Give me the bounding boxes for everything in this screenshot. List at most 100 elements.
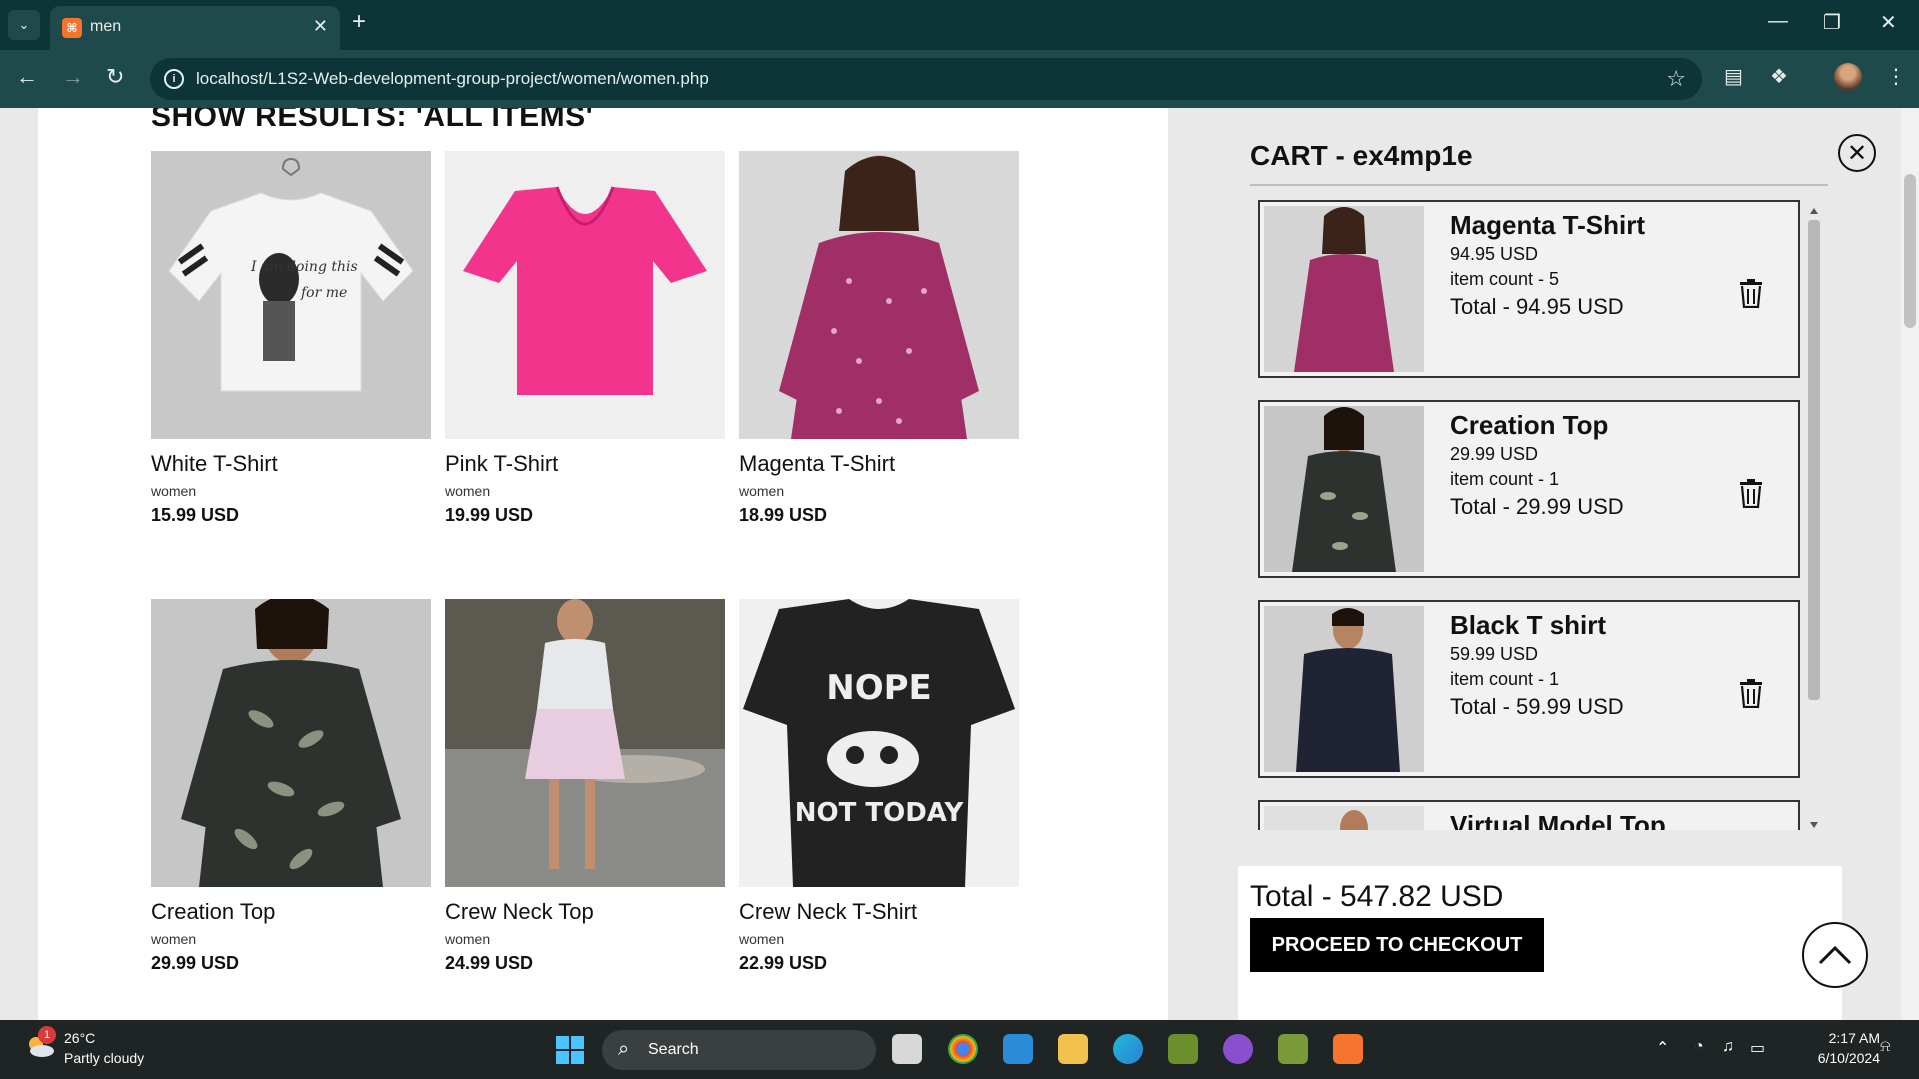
- product-image[interactable]: [151, 599, 431, 887]
- browser-menu-icon[interactable]: ⋮: [1886, 64, 1906, 89]
- lambda-app-icon[interactable]: [1168, 1034, 1198, 1064]
- clock-date[interactable]: 6/10/2024: [1780, 1050, 1880, 1066]
- wifi-icon[interactable]: ◔: [1694, 1038, 1704, 1056]
- cart-item-total: Total - 29.99 USD: [1450, 494, 1624, 519]
- windows-start-icon[interactable]: [556, 1036, 584, 1064]
- product-name[interactable]: Crew Neck Top: [445, 899, 725, 925]
- cart-close-icon[interactable]: ✕: [1838, 134, 1876, 172]
- product-image[interactable]: [739, 151, 1019, 439]
- site-info-icon[interactable]: i: [164, 69, 184, 89]
- profile-avatar[interactable]: [1834, 63, 1862, 91]
- shirt-print-nope: NOPE: [826, 668, 932, 708]
- product-name[interactable]: Creation Top: [151, 899, 431, 925]
- page-scrollbar-thumb[interactable]: [1904, 174, 1916, 328]
- tab-title: men: [90, 18, 122, 35]
- chrome-icon[interactable]: [948, 1034, 978, 1064]
- weather-notification-badge: 1: [38, 1026, 56, 1044]
- cart-item-image: [1264, 406, 1424, 572]
- cart-item-price: 94.95 USD: [1450, 244, 1539, 264]
- github-desktop-icon[interactable]: [1223, 1034, 1253, 1064]
- product-card[interactable]: I am doing this for me White T-Shirt wom…: [151, 151, 431, 526]
- product-image[interactable]: [445, 151, 725, 439]
- product-name[interactable]: Magenta T-Shirt: [739, 451, 1019, 477]
- cart-item: Virtual Model Top: [1258, 800, 1800, 830]
- product-card[interactable]: Creation Top women 29.99 USD: [151, 599, 431, 974]
- product-name[interactable]: White T-Shirt: [151, 451, 431, 477]
- cart-item-count: item count - 5: [1450, 269, 1560, 289]
- cart-divider: [1250, 184, 1828, 186]
- cart-scrollbar-thumb[interactable]: [1808, 220, 1820, 700]
- checkout-button[interactable]: PROCEED TO CHECKOUT: [1250, 918, 1544, 972]
- app-icon[interactable]: [1278, 1034, 1308, 1064]
- cart-item-price: 59.99 USD: [1450, 644, 1539, 664]
- tab-search-chevron-icon[interactable]: ⌄: [8, 10, 40, 40]
- task-view-icon[interactable]: [892, 1034, 922, 1064]
- minimize-icon[interactable]: —: [1768, 10, 1788, 33]
- back-arrow-icon[interactable]: ←: [16, 64, 38, 90]
- results-title: SHOW RESULTS: 'ALL ITEMS': [151, 108, 594, 133]
- extensions-puzzle-icon[interactable]: ❖: [1770, 64, 1788, 89]
- svg-text:for me: for me: [300, 285, 347, 301]
- address-bar[interactable]: i localhost/L1S2-Web-development-group-p…: [150, 58, 1702, 100]
- product-price: 24.99 USD: [445, 953, 534, 973]
- bookmark-star-icon[interactable]: ☆: [1666, 66, 1686, 92]
- product-name[interactable]: Pink T-Shirt: [445, 451, 725, 477]
- trash-icon[interactable]: [1738, 278, 1764, 308]
- product-category: women: [151, 931, 197, 947]
- trash-icon[interactable]: [1738, 678, 1764, 708]
- address-url[interactable]: localhost/L1S2-Web-development-group-pro…: [196, 69, 709, 89]
- product-card[interactable]: Crew Neck Top women 24.99 USD: [445, 599, 725, 974]
- new-tab-plus-icon[interactable]: +: [352, 8, 366, 36]
- weather-temperature[interactable]: 26°C: [64, 1030, 95, 1046]
- product-category: women: [739, 483, 785, 499]
- cart-item-price: 29.99 USD: [1450, 444, 1539, 464]
- product-name[interactable]: Crew Neck T-Shirt: [739, 899, 1019, 925]
- browser-toolbar: ← → ↻ i localhost/L1S2-Web-development-g…: [0, 50, 1919, 108]
- cart-item-list[interactable]: Magenta T-Shirt 94.95 USD item count - 5…: [1258, 200, 1800, 830]
- product-price: 19.99 USD: [445, 505, 534, 525]
- product-image[interactable]: I am doing this for me: [151, 151, 431, 439]
- forward-arrow-icon[interactable]: →: [62, 64, 84, 90]
- cart-item-total: Total - 59.99 USD: [1450, 694, 1624, 719]
- product-image[interactable]: [445, 599, 725, 887]
- cart-panel: CART - ex4mp1e ✕ Magenta T-Shirt 94.95 U…: [1168, 108, 1903, 1020]
- tab-close-icon[interactable]: ✕: [313, 16, 328, 37]
- cart-title: CART - ex4mp1e: [1250, 140, 1473, 171]
- product-image[interactable]: NOPE NOT TODAY: [739, 599, 1019, 887]
- svg-text:I am doing this: I am doing this: [250, 259, 358, 275]
- volume-icon[interactable]: ♫: [1722, 1038, 1734, 1056]
- clock-time[interactable]: 2:17 AM: [1780, 1030, 1880, 1046]
- cart-item-name: Black T shirt: [1450, 610, 1607, 640]
- product-category: women: [445, 483, 491, 499]
- trash-icon[interactable]: [1738, 478, 1764, 508]
- product-card[interactable]: NOPE NOT TODAY Crew Neck T-Shirt women 2…: [739, 599, 1019, 974]
- taskbar-search[interactable]: ⌕ Search: [602, 1030, 876, 1070]
- product-card[interactable]: Magenta T-Shirt women 18.99 USD: [739, 151, 1019, 526]
- cart-item-image: [1264, 806, 1424, 830]
- xampp-icon[interactable]: [1333, 1034, 1363, 1064]
- cart-item-total: Total - 94.95 USD: [1450, 294, 1624, 319]
- weather-description[interactable]: Partly cloudy: [64, 1050, 144, 1066]
- browser-tab[interactable]: ⌘ men ✕: [50, 6, 340, 50]
- restore-icon[interactable]: ❐: [1823, 10, 1841, 35]
- cart-item-image: [1264, 606, 1424, 772]
- scroll-to-top-button[interactable]: [1802, 922, 1868, 988]
- show-hidden-icons-chevron-icon[interactable]: ⌃: [1656, 1038, 1669, 1058]
- vscode-icon[interactable]: [1003, 1034, 1033, 1064]
- reading-list-icon[interactable]: ▤: [1724, 64, 1743, 89]
- file-explorer-icon[interactable]: [1058, 1034, 1088, 1064]
- cart-footer: Total - 547.82 USD PROCEED TO CHECKOUT: [1238, 866, 1842, 1020]
- edge-icon[interactable]: [1113, 1034, 1143, 1064]
- product-card[interactable]: Pink T-Shirt women 19.99 USD: [445, 151, 725, 526]
- search-icon: ⌕: [618, 1038, 630, 1060]
- product-category: women: [151, 483, 197, 499]
- product-category: women: [445, 931, 491, 947]
- battery-icon[interactable]: ▭: [1750, 1038, 1765, 1058]
- window-close-icon[interactable]: ✕: [1880, 10, 1897, 35]
- chevron-up-icon: [1818, 945, 1852, 965]
- cart-item-count: item count - 1: [1450, 469, 1560, 489]
- search-label: Search: [648, 1041, 699, 1058]
- notification-bell-icon[interactable]: ⍾: [1880, 1038, 1891, 1056]
- reload-icon[interactable]: ↻: [106, 64, 124, 90]
- shirt-print-not-today: NOT TODAY: [795, 798, 965, 828]
